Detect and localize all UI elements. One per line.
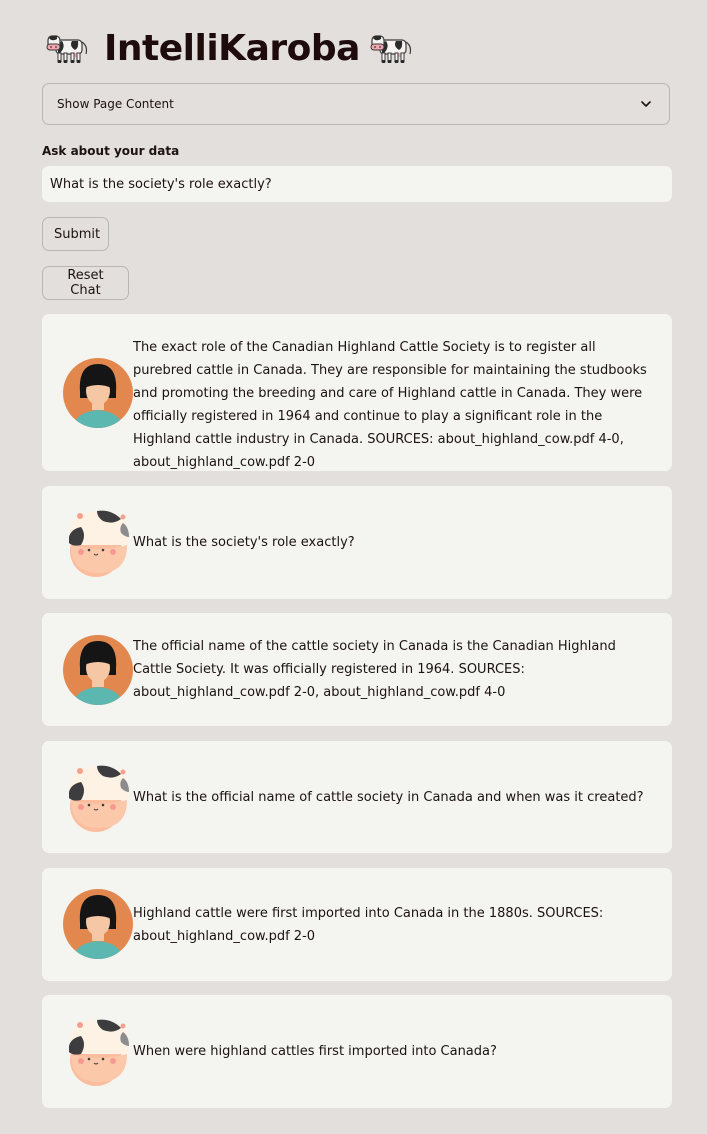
message-text: The official name of the cattle society … <box>133 639 616 700</box>
chat-message-assistant: The official name of the cattle society … <box>42 613 672 726</box>
chat-message-user: What is the official name of cattle soci… <box>42 741 672 853</box>
chat-message-user: What is the society's role exactly? <box>42 486 672 599</box>
cow-icon <box>46 30 94 66</box>
chat-message-assistant: The exact role of the Canadian Highland … <box>42 314 672 471</box>
page-content-expander[interactable]: Show Page Content <box>42 83 670 125</box>
cow-avatar-icon <box>63 507 133 577</box>
expander-label: Show Page Content <box>57 97 174 111</box>
message-text: When were highland cattles first importe… <box>133 1044 497 1059</box>
query-label: Ask about your data <box>42 144 180 158</box>
chat-message-user: When were highland cattles first importe… <box>42 995 672 1108</box>
person-avatar-icon <box>63 889 133 959</box>
reset-chat-button[interactable]: Reset Chat <box>42 266 129 300</box>
cow-avatar-icon <box>63 1016 133 1086</box>
cow-avatar-icon <box>63 762 133 832</box>
person-avatar-icon <box>63 358 133 428</box>
message-text: What is the official name of cattle soci… <box>133 790 644 805</box>
app-title-row: IntelliKaroba <box>46 24 418 72</box>
message-text: What is the society's role exactly? <box>133 535 355 550</box>
chat-message-assistant: Highland cattle were first imported into… <box>42 868 672 981</box>
app-title: IntelliKaroba <box>104 27 360 69</box>
submit-button[interactable]: Submit <box>42 217 109 251</box>
message-text: Highland cattle were first imported into… <box>133 906 604 944</box>
query-input[interactable] <box>42 166 672 202</box>
person-avatar-icon <box>63 635 133 705</box>
message-text: The exact role of the Canadian Highland … <box>133 340 647 470</box>
chevron-down-icon <box>641 101 651 107</box>
cow-icon <box>370 30 418 66</box>
